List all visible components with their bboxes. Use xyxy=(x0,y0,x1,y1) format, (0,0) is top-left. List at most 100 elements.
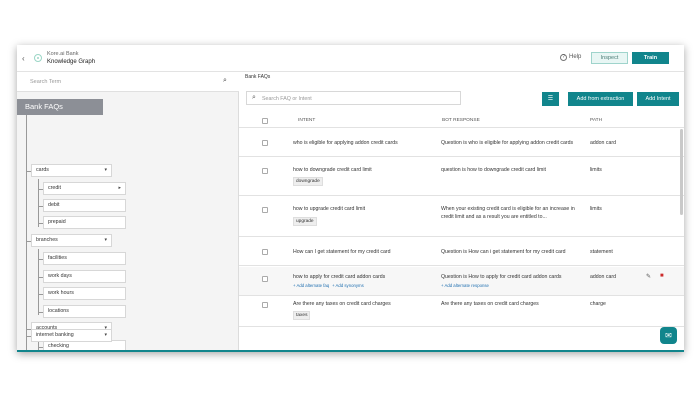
intent-tag: upgrade xyxy=(293,217,317,226)
chevron-down-icon[interactable]: ▾ xyxy=(104,165,107,176)
back-arrow-icon[interactable]: ‹ xyxy=(22,54,25,63)
add-synonyms-link[interactable]: + Add synonyms xyxy=(332,283,364,288)
tree-node-label: credit xyxy=(48,185,61,191)
table-row[interactable]: how to apply for credit card addon cards… xyxy=(239,267,684,296)
tree-node-label: facilities xyxy=(48,255,67,261)
intent-text: how to upgrade credit card limit xyxy=(293,206,366,212)
tree-node-work-hours[interactable]: work hours xyxy=(43,287,126,300)
breadcrumb: Bank FAQs xyxy=(245,74,271,80)
column-header-bot-response[interactable]: BOT RESPONSE xyxy=(442,118,480,123)
tree-node-label: checking xyxy=(48,343,69,349)
intent-tag: taxes xyxy=(293,311,311,320)
row-checkbox[interactable] xyxy=(262,302,268,308)
tree-root-node[interactable]: Bank FAQs xyxy=(17,99,103,115)
row-checkbox[interactable] xyxy=(262,276,268,282)
chevron-down-icon[interactable]: ▾ xyxy=(104,235,107,246)
chat-bubble-icon: ✉ xyxy=(665,331,672,340)
help-label: Help xyxy=(569,54,582,60)
path-text: limits xyxy=(590,206,602,212)
add-alternate-response-link[interactable]: + Add alternate response xyxy=(441,283,489,288)
table-row[interactable]: Are there any taxes on credit card charg… xyxy=(239,297,684,327)
tree-node-work-days[interactable]: work days xyxy=(43,270,126,283)
path-text: addon card xyxy=(590,140,616,146)
table-row[interactable]: How can I get statement for my credit ca… xyxy=(239,238,684,266)
footer-accent-bar xyxy=(17,350,684,352)
bot-response-text: Are there any taxes on credit card charg… xyxy=(441,301,539,307)
help-icon: ? xyxy=(560,54,567,61)
term-search-input[interactable]: Search Term ⌕ xyxy=(17,72,239,92)
intent-text: how to apply for credit card addon cards xyxy=(293,274,386,280)
tree-node-cards[interactable]: cards ▾ xyxy=(31,164,112,177)
tree-node-locations[interactable]: locations xyxy=(43,305,126,318)
intent-tag: downgrade xyxy=(293,177,323,186)
row-checkbox[interactable] xyxy=(262,140,268,146)
path-text: limits xyxy=(590,167,602,173)
faq-search-placeholder: Search FAQ or Intent xyxy=(262,96,312,102)
intent-text: How can I get statement for my credit ca… xyxy=(293,249,391,255)
select-all-checkbox[interactable] xyxy=(262,118,268,124)
table-row[interactable]: how to downgrade credit card limit downg… xyxy=(239,158,684,196)
tree-connector xyxy=(38,179,39,227)
add-alternate-faq-link[interactable]: + Add alternate faq xyxy=(293,283,329,288)
search-icon: ⌕ xyxy=(252,94,256,101)
tree-view-toggle-button[interactable]: ☰ xyxy=(542,92,559,106)
top-header: ‹ Kore.ai Bank Knowledge Graph ? Help Ins… xyxy=(17,45,684,72)
train-button[interactable]: Train xyxy=(632,52,669,64)
tree-node-prepaid[interactable]: prepaid xyxy=(43,216,126,229)
chevron-right-icon[interactable]: ▸ xyxy=(118,183,121,194)
intent-text: Are there any taxes on credit card charg… xyxy=(293,301,391,307)
synonym-tag[interactable]: downgrade xyxy=(293,177,323,186)
row-checkbox[interactable] xyxy=(262,168,268,174)
faq-search-input[interactable]: ⌕ Search FAQ or Intent xyxy=(246,91,461,105)
table-header: INTENT BOT RESPONSE PATH xyxy=(239,114,684,128)
tree-node-label: locations xyxy=(48,308,69,314)
left-panel: Search Term ⌕ Bank FAQs cards ▾ credit ▸ d… xyxy=(17,72,239,352)
edit-icon[interactable]: ✎ xyxy=(646,273,651,280)
page-title: Knowledge Graph xyxy=(47,59,96,65)
tree-node-label: debit xyxy=(48,202,60,208)
tree-node-branches[interactable]: branches ▾ xyxy=(31,234,112,247)
column-header-intent[interactable]: INTENT xyxy=(298,118,315,123)
help-link[interactable]: ? Help xyxy=(560,54,581,61)
intent-text: who is eligible for applying addon credi… xyxy=(293,140,398,146)
table-row[interactable]: how to upgrade credit card limit upgrade… xyxy=(239,197,684,237)
tree-node-label: internet banking xyxy=(36,332,74,338)
path-text: statement xyxy=(590,249,613,255)
chat-widget-button[interactable]: ✉ xyxy=(660,327,677,344)
tree-node-label: prepaid xyxy=(48,219,66,225)
path-text: addon card xyxy=(590,274,616,280)
main-panel: Bank FAQs ⌕ Search FAQ or Intent ☰ Add f… xyxy=(239,72,684,352)
tree-node-label: work hours xyxy=(48,290,74,296)
add-from-extraction-button[interactable]: Add from extraction xyxy=(568,92,633,106)
bot-response-text: When your existing credit card is eligib… xyxy=(441,206,575,220)
tree-connector xyxy=(26,336,31,337)
row-checkbox[interactable] xyxy=(262,207,268,213)
bot-response-text: Question is How can i get statement for … xyxy=(441,249,566,255)
tree-node-label: branches xyxy=(36,237,58,243)
tree-node-label: work days xyxy=(48,273,72,279)
row-checkbox[interactable] xyxy=(262,249,268,255)
inspect-button[interactable]: Inspect xyxy=(591,52,628,64)
app-name: Kore.ai Bank xyxy=(47,51,79,57)
app-window: ‹ Kore.ai Bank Knowledge Graph ? Help Ins… xyxy=(17,45,684,352)
add-response-link-wrap: + Add alternate response xyxy=(441,282,489,290)
path-text: charge xyxy=(590,301,606,307)
tree-node-facilities[interactable]: facilities xyxy=(43,252,126,265)
tree-node-internet-banking[interactable]: internet banking ▾ xyxy=(31,329,112,342)
bot-response-text: Question is How to apply for credit card… xyxy=(441,274,562,280)
table-row[interactable]: who is eligible for applying addon credi… xyxy=(239,129,684,157)
add-intent-button[interactable]: Add Intent xyxy=(637,92,679,106)
delete-icon[interactable]: ■ xyxy=(660,273,664,279)
tree-node-debit[interactable]: debit xyxy=(43,199,126,212)
synonym-tag[interactable]: taxes xyxy=(293,311,311,320)
chevron-down-icon[interactable]: ▾ xyxy=(104,330,107,341)
intent-text: how to downgrade credit card limit xyxy=(293,167,372,173)
column-header-path[interactable]: PATH xyxy=(590,118,602,123)
table-scrollbar[interactable] xyxy=(680,129,683,215)
search-icon[interactable]: ⌕ xyxy=(223,77,227,85)
synonym-tag[interactable]: upgrade xyxy=(293,217,317,226)
bot-response-text: Question is who is eligible for applying… xyxy=(441,140,574,146)
tree-connector xyxy=(26,115,27,352)
add-links: + Add alternate faq + Add synonyms xyxy=(293,282,364,290)
tree-node-credit[interactable]: credit ▸ xyxy=(43,182,126,195)
